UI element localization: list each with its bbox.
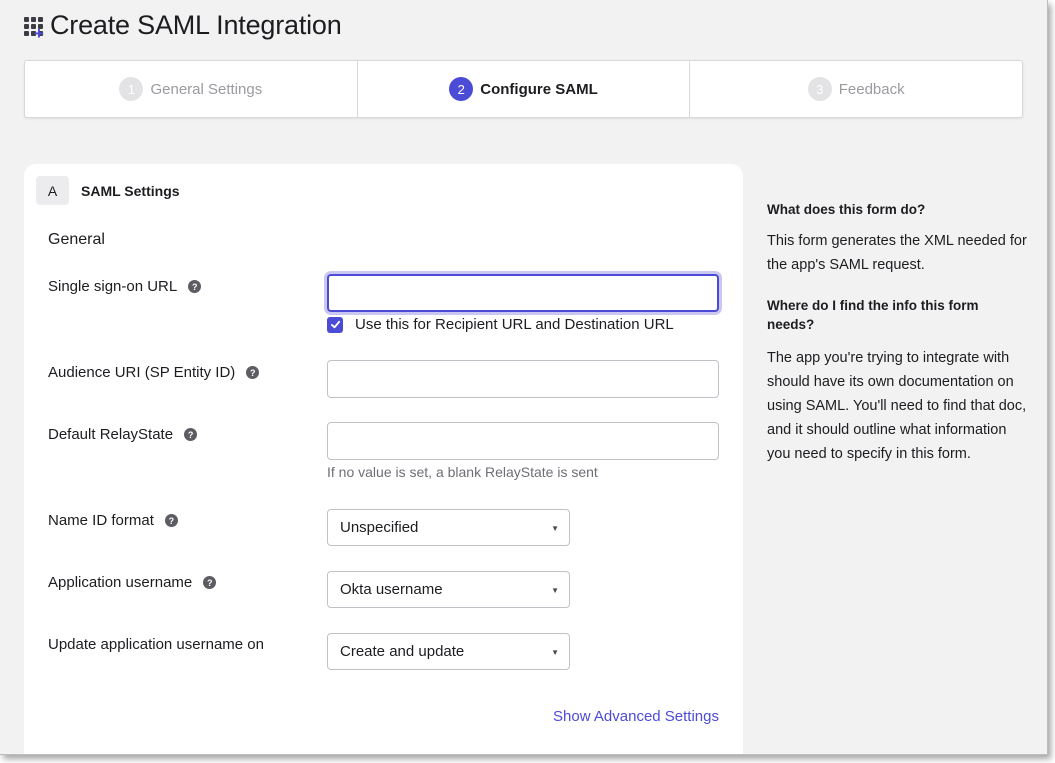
select-value: Create and update: [340, 643, 465, 660]
section-badge: A: [36, 176, 69, 205]
step-number: 3: [807, 77, 832, 101]
select-value: Okta username: [340, 581, 443, 598]
step-label: General Settings: [150, 80, 263, 98]
caret-down-icon: ▼: [551, 648, 559, 657]
page-title: Create SAML Integration: [50, 10, 342, 40]
section-title: SAML Settings: [81, 182, 180, 199]
recipient-url-checkbox-row: Use this for Recipient URL and Destinati…: [327, 316, 674, 333]
recipient-url-checkbox-label: Use this for Recipient URL and Destinati…: [355, 316, 674, 333]
help-question: Where do I find the info this form needs…: [767, 298, 979, 332]
relay-state-input[interactable]: [327, 422, 719, 460]
recipient-url-checkbox[interactable]: [327, 316, 343, 333]
name-id-format-label-text: Name ID format: [48, 512, 154, 529]
question-circle-icon[interactable]: ?: [184, 428, 198, 441]
name-id-format-select[interactable]: Unspecified ▼: [327, 509, 570, 546]
question-circle-icon[interactable]: ?: [246, 366, 260, 379]
update-username-on-select[interactable]: Create and update ▼: [327, 633, 570, 670]
help-answer: This form generates the XML needed for t…: [767, 233, 1027, 273]
step-number: 1: [119, 77, 144, 101]
step-general-settings[interactable]: 1 General Settings: [25, 61, 358, 117]
help-answer: The app you're trying to integrate with …: [767, 350, 1027, 462]
help-question: What does this form do?: [767, 202, 926, 217]
select-value: Unspecified: [340, 519, 419, 536]
question-circle-icon[interactable]: ?: [164, 514, 178, 527]
relay-state-hint: If no value is set, a blank RelayState i…: [327, 464, 598, 480]
audience-uri-label-text: Audience URI (SP Entity ID): [48, 364, 236, 381]
update-username-on-label-text: Update application username on: [48, 636, 264, 653]
update-username-on-label: Update application username on: [48, 636, 264, 653]
step-configure-saml[interactable]: 2 Configure SAML: [358, 61, 691, 117]
step-feedback[interactable]: 3 Feedback: [690, 61, 1022, 117]
name-id-format-label: Name ID format ?: [48, 512, 178, 529]
caret-down-icon: ▼: [551, 586, 559, 595]
caret-down-icon: ▼: [551, 524, 559, 533]
wizard-stepper: 1 General Settings 2 Configure SAML 3 Fe…: [24, 60, 1023, 118]
app-username-select[interactable]: Okta username ▼: [327, 571, 570, 608]
apps-grid-plus-icon: +: [22, 11, 48, 42]
help-panel: What does this form do? This form genera…: [767, 200, 1027, 466]
show-advanced-settings-link[interactable]: Show Advanced Settings: [553, 708, 719, 725]
sso-url-label-text: Single sign-on URL: [48, 278, 178, 295]
step-label: Feedback: [838, 80, 905, 98]
app-window: + Create SAML Integration 1 General Sett…: [0, 0, 1048, 755]
audience-uri-input[interactable]: [327, 360, 719, 398]
audience-uri-label: Audience URI (SP Entity ID) ?: [48, 364, 260, 381]
step-label: Configure SAML: [480, 80, 598, 98]
checkmark-icon: [330, 320, 340, 329]
question-circle-icon[interactable]: ?: [203, 576, 217, 589]
saml-settings-card: A SAML Settings General Single sign-on U…: [24, 164, 743, 754]
question-circle-icon[interactable]: ?: [188, 280, 202, 293]
page-header: + Create SAML Integration: [22, 10, 342, 42]
section-header: A SAML Settings: [36, 176, 180, 205]
sso-url-label: Single sign-on URL ?: [48, 278, 202, 295]
sso-url-input[interactable]: [327, 274, 719, 312]
app-username-label: Application username ?: [48, 574, 217, 591]
relay-state-label-text: Default RelayState: [48, 426, 174, 443]
section-subheading: General: [48, 231, 105, 248]
step-number: 2: [449, 77, 474, 101]
app-username-label-text: Application username: [48, 574, 193, 591]
relay-state-label: Default RelayState ?: [48, 426, 198, 443]
